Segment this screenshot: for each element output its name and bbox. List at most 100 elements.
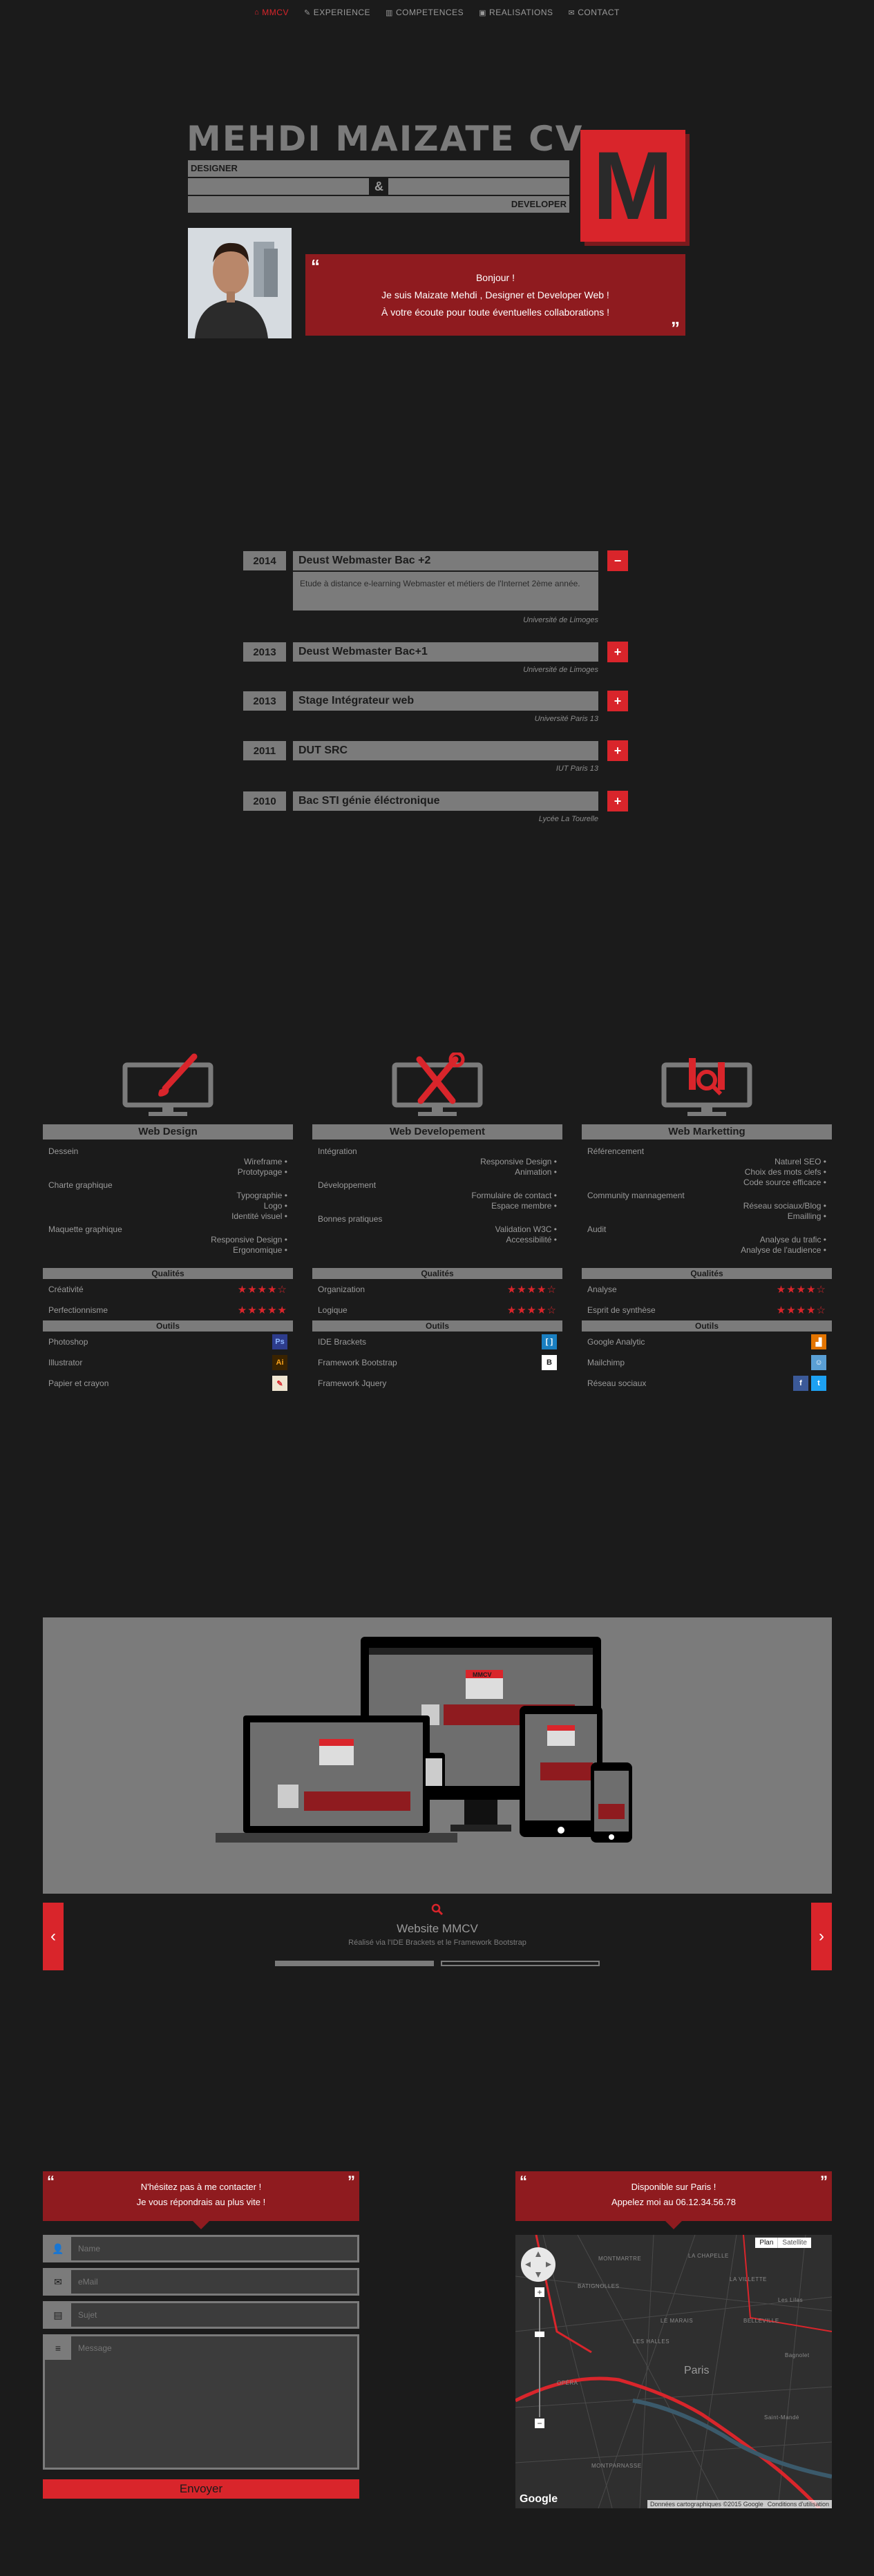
tools-monitor-icon: [312, 1041, 562, 1124]
skill-item: Animation •: [318, 1167, 557, 1178]
skill-item: Prototypage •: [48, 1167, 287, 1178]
timeline-school: IUT Paris 13: [555, 765, 598, 773]
availability-line-1: Disponible sur Paris !: [631, 2182, 716, 2192]
expand-button[interactable]: +: [607, 791, 628, 811]
tool-label: IDE Brackets: [318, 1337, 367, 1347]
form-field[interactable]: ✉: [43, 2268, 359, 2296]
form-field[interactable]: 👤: [43, 2235, 359, 2262]
skill-item: Wireframe •: [48, 1157, 287, 1167]
terms-link[interactable]: Conditions d'utilisation: [768, 2501, 829, 2508]
map-label: Saint-Mandé: [764, 2414, 799, 2421]
skill-group: Charte graphique: [48, 1180, 113, 1190]
map-label: LES HALLES: [633, 2338, 670, 2345]
sujet-input[interactable]: [71, 2303, 357, 2327]
map-label: OPÉRA: [557, 2380, 578, 2386]
name-input[interactable]: [71, 2237, 357, 2260]
bullet-icon: •: [821, 1245, 826, 1255]
skill-item: Typographie •: [48, 1191, 287, 1201]
tool-row: Papier et crayon ✎: [43, 1373, 293, 1394]
nav-item-experience[interactable]: ✎ EXPERIENCE: [304, 8, 370, 17]
zoom-out-button[interactable]: −: [535, 2419, 544, 2428]
nav-item-realisations[interactable]: ▣ REALISATIONS: [479, 8, 553, 17]
analytics-icon: ▟: [811, 1334, 826, 1349]
nav-item-contact[interactable]: ✉ CONTACT: [569, 8, 620, 17]
bullet-icon: •: [282, 1211, 287, 1221]
timeline-year: 2014: [243, 551, 286, 570]
map-label: LA VILLETTE: [730, 2276, 767, 2282]
bullet-icon: •: [282, 1157, 287, 1166]
developer-label: DEVELOPER: [511, 199, 567, 209]
timeline-school: Université Paris 13: [534, 715, 598, 723]
skill-item-label: Analyse du trafic: [759, 1235, 821, 1244]
skill-column-title: Web Design: [43, 1124, 293, 1140]
google-map[interactable]: Paris MONTMARTRE LA CHAPELLE BATIGNOLLES LE…: [515, 2235, 832, 2508]
brackets-icon: [ ]: [542, 1334, 557, 1349]
timeline-title[interactable]: Stage Intégrateur web: [293, 691, 598, 711]
zoom-slider-track[interactable]: [539, 2298, 540, 2417]
email-input[interactable]: [71, 2270, 357, 2294]
mock-logo-text: MMCV: [473, 1671, 492, 1678]
slide-indicator-1[interactable]: [275, 1961, 434, 1966]
user-icon: 👤: [45, 2237, 71, 2260]
map-type-toggle: Plan Satellite: [755, 2238, 811, 2248]
skill-item: Naturel SEO •: [587, 1157, 826, 1167]
contact-line-1: N'hésitez pas à me contacter !: [140, 2182, 262, 2192]
qualities-title: Qualités: [312, 1268, 562, 1279]
skill-item: Responsive Design •: [48, 1235, 287, 1245]
expand-button[interactable]: +: [607, 642, 628, 662]
timeline-year: 2010: [243, 791, 286, 811]
twitter-icon: t: [811, 1376, 826, 1391]
contact-notch: [193, 2221, 209, 2229]
nav-label: REALISATIONS: [489, 8, 553, 17]
tool-row: IDE Brackets [ ]: [312, 1332, 562, 1352]
quality-row: Créativité ★★★★☆: [43, 1279, 293, 1300]
logo-letter: M: [592, 131, 674, 240]
timeline-title[interactable]: Deust Webmaster Bac +2: [293, 551, 598, 570]
skill-item: Identité visuel •: [48, 1211, 287, 1222]
expand-button[interactable]: +: [607, 740, 628, 761]
skill-item-label: Prototypage: [237, 1167, 283, 1177]
slide-indicator-2[interactable]: [441, 1961, 600, 1966]
quote-open-icon: “: [520, 2173, 527, 2190]
availability-line-2: Appelez moi au 06.12.34.56.78: [611, 2197, 736, 2207]
nav-item-mmcv[interactable]: ⌂ MMCV: [254, 8, 289, 17]
tools-title: Outils: [582, 1320, 832, 1332]
submit-button[interactable]: Envoyer: [43, 2479, 359, 2499]
quote-close-icon: ”: [348, 2173, 355, 2190]
map-label: LA CHAPELLE: [688, 2253, 729, 2259]
collapse-button[interactable]: −: [607, 550, 628, 571]
contact-header: “ N'hésitez pas à me contacter ! Je vous…: [43, 2171, 359, 2221]
map-label: LE MARAIS: [661, 2318, 694, 2324]
intro-quote: “ Bonjour ! Je suis Maizate Mehdi , Desi…: [305, 254, 685, 337]
quality-label: Esprit de synthèse: [587, 1305, 656, 1315]
timeline-year: 2011: [243, 741, 286, 760]
map-plan-button[interactable]: Plan: [755, 2238, 778, 2248]
skill-item: Logo •: [48, 1201, 287, 1211]
quote-open-icon: “: [311, 256, 320, 276]
timeline-detail: Etude à distance e-learning Webmaster et…: [293, 572, 598, 611]
tool-row: Framework Bootstrap B: [312, 1352, 562, 1373]
map-satellite-button[interactable]: Satellite: [777, 2238, 811, 2248]
form-field[interactable]: ▤: [43, 2301, 359, 2329]
message-field[interactable]: ≡: [43, 2334, 359, 2470]
timeline-school: Université de Limoges: [523, 616, 598, 624]
message-input[interactable]: [71, 2336, 357, 2468]
role-bar-mid-right: [388, 178, 569, 195]
timeline-title[interactable]: Bac STI génie éléctronique: [293, 791, 598, 811]
zoom-slider-handle[interactable]: [535, 2332, 544, 2337]
role-bar: DESIGNER & DEVELOPER: [188, 160, 569, 213]
timeline-title[interactable]: Deust Webmaster Bac+1: [293, 642, 598, 662]
map-pan-control[interactable]: [521, 2247, 555, 2282]
quality-row: Esprit de synthèse ★★★★☆: [582, 1300, 832, 1320]
expand-button[interactable]: +: [607, 691, 628, 711]
skill-item-label: Animation: [515, 1167, 552, 1177]
tool-label: Framework Bootstrap: [318, 1358, 397, 1367]
zoom-in-button[interactable]: +: [535, 2287, 544, 2297]
nav-item-competences[interactable]: ▥ COMPETENCES: [386, 8, 464, 17]
logo: M: [580, 130, 685, 242]
tool-label: Photoshop: [48, 1337, 88, 1347]
skill-group: Dessein: [48, 1146, 79, 1156]
skill-column-2: Web Developement Intégration Responsive De…: [312, 1041, 562, 1394]
bullet-icon: •: [282, 1167, 287, 1177]
timeline-title[interactable]: DUT SRC: [293, 741, 598, 760]
